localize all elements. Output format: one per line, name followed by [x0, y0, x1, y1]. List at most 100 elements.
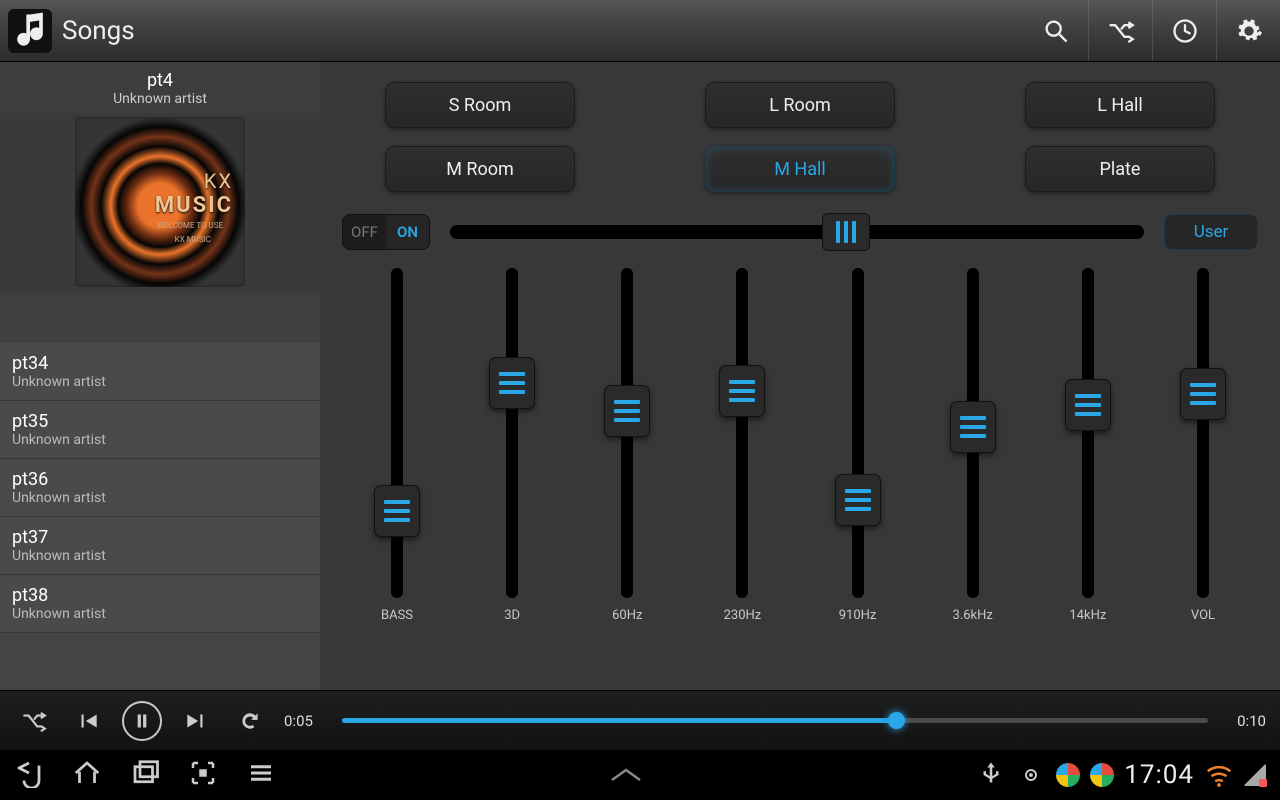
master-slider[interactable]	[450, 225, 1144, 239]
skip-next-icon	[183, 708, 209, 734]
band-slider[interactable]	[1197, 268, 1209, 598]
status-area[interactable]: 17:04	[976, 760, 1266, 790]
sidebar-spacer	[0, 293, 320, 343]
screenshot-button[interactable]	[188, 758, 218, 792]
song-artist: Unknown artist	[12, 490, 308, 506]
chevron-up-icon	[606, 764, 646, 786]
band-thumb[interactable]	[1065, 379, 1111, 431]
seek-thumb[interactable]	[888, 712, 905, 729]
now-playing-artist: Unknown artist	[0, 91, 320, 107]
eq-bands: BASS3D60Hz230Hz910Hz3.6kHz14kHzVOL	[342, 268, 1258, 623]
band-3d: 3D	[467, 268, 557, 623]
shuffle-icon	[1107, 17, 1135, 45]
song-row[interactable]: pt38Unknown artist	[0, 575, 320, 633]
home-icon	[72, 758, 102, 788]
seek-bar[interactable]	[342, 718, 1208, 723]
band-slider[interactable]	[391, 268, 403, 598]
band-thumb[interactable]	[1180, 368, 1226, 420]
band-thumb[interactable]	[835, 474, 881, 526]
next-track-button[interactable]	[176, 701, 216, 741]
song-row[interactable]: pt37Unknown artist	[0, 517, 320, 575]
preset-s-room[interactable]: S Room	[385, 82, 575, 128]
band-slider[interactable]	[621, 268, 633, 598]
settings-button[interactable]	[1216, 0, 1280, 61]
eq-toggle[interactable]: OFF ON	[342, 214, 430, 250]
band-slider[interactable]	[506, 268, 518, 598]
band-thumb[interactable]	[489, 357, 535, 409]
band-60hz: 60Hz	[582, 268, 672, 623]
band-14khz: 14kHz	[1043, 268, 1133, 623]
band-label: 14kHz	[1069, 608, 1106, 623]
band-bass: BASS	[352, 268, 442, 623]
prev-track-button[interactable]	[68, 701, 108, 741]
band-label: VOL	[1191, 608, 1215, 623]
recent-icon	[130, 758, 160, 788]
header-actions	[1024, 0, 1280, 61]
player-bar: 0:05 0:10	[0, 690, 1280, 750]
preset-l-room[interactable]: L Room	[705, 82, 895, 128]
repeat-icon	[237, 708, 263, 734]
song-artist: Unknown artist	[12, 432, 308, 448]
cover-line2: MUSIC	[155, 193, 233, 218]
total-time: 0:10	[1222, 712, 1266, 730]
band-thumb[interactable]	[719, 365, 765, 417]
song-title: pt35	[12, 411, 308, 432]
now-playing-title: pt4	[0, 70, 320, 91]
band-slider[interactable]	[736, 268, 748, 598]
song-list[interactable]: pt34Unknown artistpt35Unknown artistpt36…	[0, 343, 320, 690]
band-slider[interactable]	[967, 268, 979, 598]
band-slider[interactable]	[1082, 268, 1094, 598]
song-row[interactable]: pt34Unknown artist	[0, 343, 320, 401]
play-pause-button[interactable]	[122, 701, 162, 741]
cover-line1: KX	[204, 169, 233, 193]
band-910hz: 910Hz	[813, 268, 903, 623]
search-button[interactable]	[1024, 0, 1088, 61]
song-title: pt34	[12, 353, 308, 374]
song-artist: Unknown artist	[12, 548, 308, 564]
preset-m-room[interactable]: M Room	[385, 146, 575, 192]
menu-button[interactable]	[246, 758, 276, 792]
back-button[interactable]	[14, 758, 44, 792]
album-art-wrap: KX MUSIC WELCOME TO USE KX MUSIC	[0, 113, 320, 293]
song-title: pt38	[12, 585, 308, 606]
master-slider-thumb[interactable]	[822, 213, 870, 251]
song-artist: Unknown artist	[12, 374, 308, 390]
preset-l-hall[interactable]: L Hall	[1025, 82, 1215, 128]
status-clock: 17:04	[1124, 760, 1194, 790]
song-artist: Unknown artist	[12, 606, 308, 622]
band-label: BASS	[381, 608, 413, 623]
target-icon	[1016, 760, 1046, 790]
preset-plate[interactable]: Plate	[1025, 146, 1215, 192]
band-label: 3.6kHz	[953, 608, 993, 623]
band-label: 60Hz	[612, 608, 642, 623]
pause-icon	[129, 708, 155, 734]
wifi-icon	[1204, 760, 1234, 790]
sidebar: pt4 Unknown artist KX MUSIC WELCOME TO U…	[0, 62, 320, 690]
player-shuffle-button[interactable]	[14, 701, 54, 741]
repeat-button[interactable]	[230, 701, 270, 741]
android-system-bar: 17:04	[0, 750, 1280, 800]
expand-button[interactable]	[304, 764, 948, 786]
user-preset-button[interactable]: User	[1164, 214, 1258, 250]
usb-icon	[976, 760, 1006, 790]
song-row[interactable]: pt35Unknown artist	[0, 401, 320, 459]
band-slider[interactable]	[852, 268, 864, 598]
elapsed-time: 0:05	[284, 712, 328, 730]
band-thumb[interactable]	[604, 385, 650, 437]
song-row[interactable]: pt36Unknown artist	[0, 459, 320, 517]
preset-m-hall[interactable]: M Hall	[705, 146, 895, 192]
shuffle-button[interactable]	[1088, 0, 1152, 61]
band-3.6khz: 3.6kHz	[928, 268, 1018, 623]
app-status-icon-2	[1090, 763, 1114, 787]
band-thumb[interactable]	[374, 485, 420, 537]
cover-sub2: KX MUSIC	[175, 235, 211, 244]
recent-apps-button[interactable]	[130, 758, 160, 792]
home-button[interactable]	[72, 758, 102, 792]
album-art[interactable]: KX MUSIC WELCOME TO USE KX MUSIC	[75, 117, 245, 287]
band-label: 3D	[504, 608, 520, 623]
app-header: Songs	[0, 0, 1280, 62]
band-thumb[interactable]	[950, 401, 996, 453]
history-button[interactable]	[1152, 0, 1216, 61]
band-vol: VOL	[1158, 268, 1248, 623]
app-logo	[8, 9, 52, 53]
